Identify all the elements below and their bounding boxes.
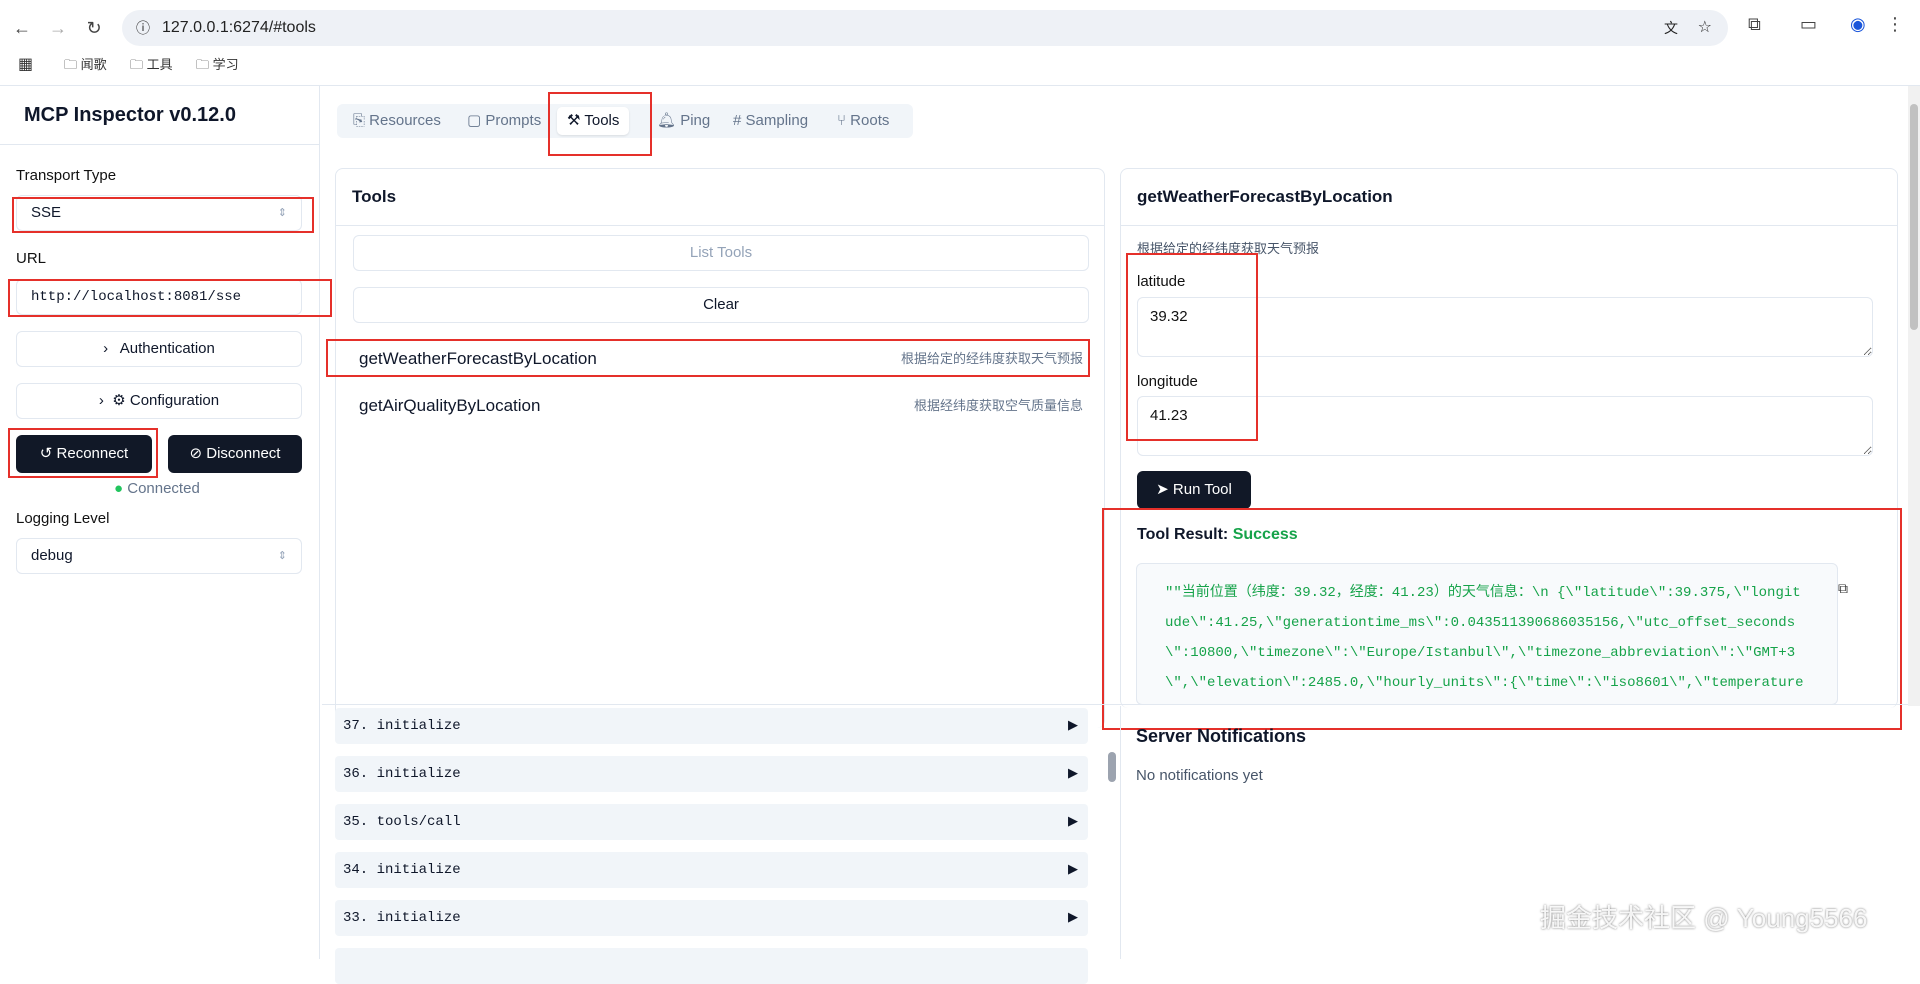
tab-resources[interactable]: ⎘ Resources — [343, 107, 451, 135]
notifications-title: Server Notifications — [1136, 726, 1307, 746]
url-input[interactable]: http://localhost:8081/sse — [16, 279, 302, 315]
translate-icon[interactable]: 文 — [1664, 10, 1678, 46]
apps-icon[interactable]: ▦ — [18, 52, 33, 78]
history-item[interactable]: 33. initialize ▶ — [335, 900, 1088, 936]
tab-bar: ⎘ Resources ▢ Prompts ⚒ Tools 🔔︎ Ping # … — [337, 104, 913, 138]
back-icon[interactable]: ← — [8, 14, 36, 42]
tools-panel: Tools List Tools Clear — [335, 168, 1105, 728]
hammer-icon: ⚒ — [567, 112, 581, 129]
gear-icon: ⚙ — [112, 392, 126, 409]
bookmark-folder[interactable]: 🗀 闻歌 — [64, 52, 107, 78]
latitude-input[interactable]: 39.32 — [1137, 297, 1873, 357]
disconnect-button[interactable]: ⊘ Disconnect — [168, 435, 302, 473]
url-label: URL — [16, 250, 47, 267]
chevron-updown-icon: ⇕ — [277, 207, 287, 219]
history-item[interactable]: 35. tools/call ▶ — [335, 804, 1088, 840]
menu-icon[interactable]: ⋮ — [1886, 14, 1904, 35]
browser-chrome: ← → ↻ ⓘ 127.0.0.1:6274/#tools 文 ☆ ⧉ ▭ ◉ … — [0, 0, 1920, 86]
tab-prompts[interactable]: ▢ Prompts — [457, 107, 551, 135]
reconnect-icon: ↺ — [39, 445, 53, 462]
tab-sampling[interactable]: # Sampling — [723, 107, 818, 135]
clear-button[interactable]: Clear — [353, 287, 1089, 323]
logging-select[interactable]: debug ⇕ — [16, 538, 302, 574]
tab-tools[interactable]: ⚒ Tools — [557, 107, 630, 135]
chevron-updown-icon: ⇕ — [277, 550, 287, 562]
longitude-input[interactable]: 41.23 — [1137, 396, 1873, 456]
disconnect-icon: ⊘ — [189, 445, 203, 462]
latitude-label: latitude — [1137, 273, 1186, 290]
tool-item[interactable]: getAirQualityByLocation 根据经纬度获取空气质量信息 — [335, 386, 1105, 426]
logging-label: Logging Level — [16, 510, 110, 527]
run-tool-button[interactable]: ➤ Run Tool — [1137, 471, 1251, 509]
bookmark-folder[interactable]: 🗀 工具 — [130, 52, 173, 78]
transport-select[interactable]: SSE ⇕ — [16, 195, 302, 231]
tool-result-heading: Tool Result: Success — [1137, 526, 1298, 543]
reload-icon[interactable]: ↻ — [80, 14, 108, 42]
history-item[interactable]: 34. initialize ▶ — [335, 852, 1088, 888]
status-dot-icon: ● — [114, 480, 124, 497]
tab-search-icon[interactable]: ▭ — [1800, 14, 1817, 35]
info-icon: ⓘ — [136, 20, 150, 36]
authentication-button[interactable]: › Authentication — [16, 331, 302, 367]
extensions-icon[interactable]: ⧉ — [1748, 14, 1761, 35]
notifications-empty: No notifications yet — [1136, 767, 1263, 784]
profile-icon[interactable]: ◉ — [1850, 14, 1866, 35]
reconnect-button[interactable]: ↺ Reconnect — [16, 435, 152, 473]
longitude-label: longitude — [1137, 373, 1198, 390]
transport-label: Transport Type — [16, 167, 117, 184]
connection-status: ● Connected — [114, 480, 200, 497]
tool-description: 根据给定的经纬度获取天气预报 — [1137, 241, 1320, 256]
watermark: 掘金技术社区 @ Young5566 — [1540, 903, 1868, 933]
history-item[interactable]: 37. initialize ▶ — [335, 708, 1088, 744]
sidebar: MCP Inspector v0.12.0 Transport Type SSE… — [0, 86, 332, 959]
tools-title: Tools — [336, 169, 1104, 226]
app-title: MCP Inspector v0.12.0 — [24, 104, 236, 126]
url-text: 127.0.0.1:6274/#tools — [162, 19, 316, 36]
history-item[interactable] — [335, 948, 1088, 984]
tab-roots[interactable]: ⑂ Roots — [827, 107, 899, 135]
send-icon: ➤ — [1156, 481, 1169, 498]
tool-detail-title: getWeatherForecastByLocation — [1121, 169, 1897, 226]
list-tools-button[interactable]: List Tools — [353, 235, 1089, 271]
bookmark-folder[interactable]: 🗀 学习 — [196, 52, 239, 78]
address-bar[interactable]: ⓘ 127.0.0.1:6274/#tools 文 ☆ — [122, 10, 1728, 46]
configuration-button[interactable]: › ⚙ Configuration — [16, 383, 302, 419]
page-scrollbar[interactable] — [1908, 86, 1920, 706]
scrollbar-thumb[interactable] — [1910, 104, 1918, 330]
history-item[interactable]: 36. initialize ▶ — [335, 756, 1088, 792]
divider — [0, 144, 320, 145]
forward-icon[interactable]: → — [44, 14, 72, 42]
divider — [322, 704, 1908, 705]
divider — [1120, 706, 1121, 959]
history-scrollbar[interactable] — [1108, 752, 1116, 782]
tab-ping[interactable]: 🔔︎ Ping — [647, 107, 720, 135]
tool-item[interactable]: getWeatherForecastByLocation 根据给定的经纬度获取天气… — [335, 339, 1105, 379]
copy-icon[interactable]: ⧉ — [1838, 580, 1848, 597]
star-icon[interactable]: ☆ — [1698, 10, 1712, 46]
tool-result-output: ""当前位置（纬度：39.32，经度：41.23）的天气信息：\n {\"lat… — [1136, 563, 1838, 705]
